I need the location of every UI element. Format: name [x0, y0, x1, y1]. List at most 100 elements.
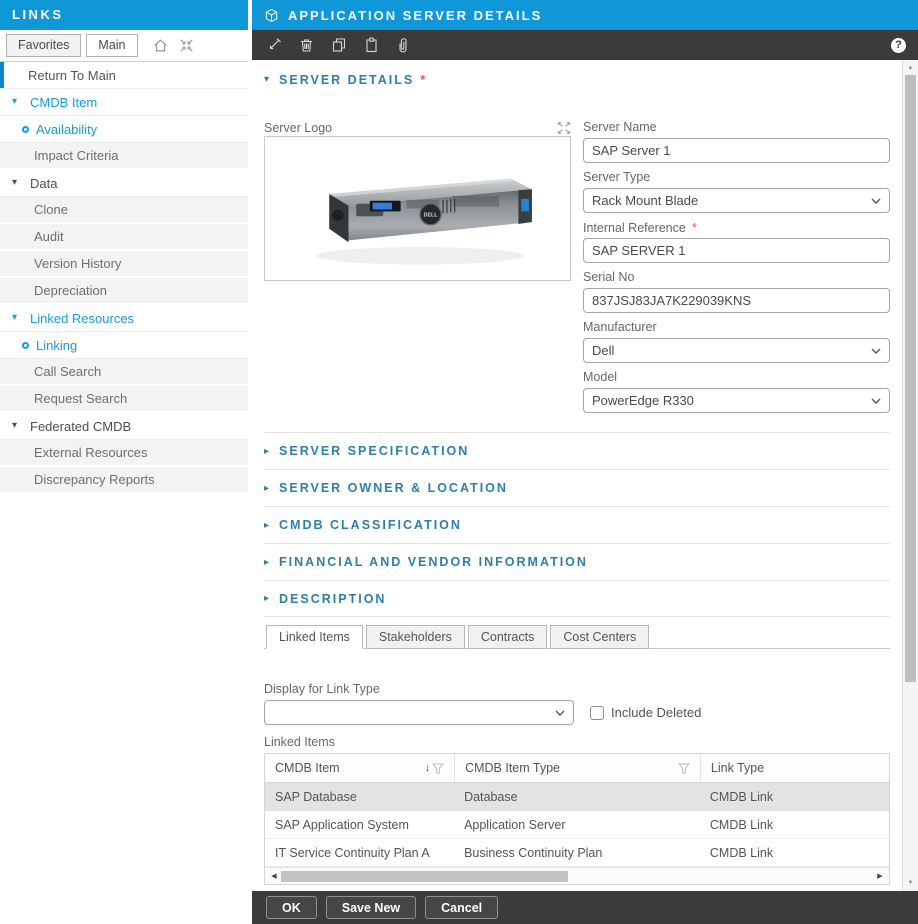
vertical-scroll-thumb[interactable]	[905, 75, 916, 682]
server-name-label: Server Name	[583, 120, 890, 135]
sidebar-item-return-to-main[interactable]: Return To Main	[0, 62, 248, 89]
filter-icon[interactable]	[678, 763, 690, 774]
page-header: APPLICATION SERVER DETAILS	[252, 0, 918, 30]
pin-icon[interactable]	[266, 37, 282, 53]
section-cmdb-classification[interactable]: ▸CMDB CLASSIFICATION	[264, 506, 890, 543]
tab-contracts[interactable]: Contracts	[468, 625, 548, 649]
column-link-type[interactable]: Link Type	[700, 754, 889, 782]
sidebar-item-depreciation[interactable]: Depreciation	[0, 278, 248, 305]
chevron-down-icon: ▾	[12, 178, 26, 188]
tab-stakeholders[interactable]: Stakeholders	[366, 625, 465, 649]
model-label: Model	[583, 370, 890, 385]
required-asterisk: *	[692, 220, 697, 235]
ok-button[interactable]: OK	[266, 896, 317, 919]
column-cmdb-item[interactable]: CMDB Item ↓	[265, 754, 454, 782]
link-type-select[interactable]	[264, 700, 574, 725]
chevron-down-icon	[871, 198, 881, 204]
sidebar-item-discrepancy-reports[interactable]: Discrepancy Reports	[0, 467, 248, 494]
manufacturer-label: Manufacturer	[583, 320, 890, 335]
section-server-owner-location[interactable]: ▸SERVER OWNER & LOCATION	[264, 469, 890, 506]
include-deleted-label: Include Deleted	[611, 705, 701, 720]
section-server-details[interactable]: ▾ SERVER DETAILS *	[264, 72, 890, 87]
column-cmdb-item-type[interactable]: CMDB Item Type	[454, 754, 700, 782]
chevron-down-icon	[871, 348, 881, 354]
server-details-form: Server Logo	[264, 120, 890, 420]
cancel-button[interactable]: Cancel	[425, 896, 498, 919]
include-deleted-checkbox[interactable]	[590, 706, 604, 720]
server-name-input[interactable]	[583, 138, 890, 163]
table-header-row: CMDB Item ↓ CMDB Item Type Link Type	[265, 754, 889, 783]
tab-main[interactable]: Main	[86, 34, 137, 57]
sidebar-item-linking[interactable]: Linking	[0, 332, 248, 359]
sidebar-item-availability[interactable]: Availability	[0, 116, 248, 143]
section-financial-vendor-information[interactable]: ▸FINANCIAL AND VENDOR INFORMATION	[264, 543, 890, 580]
vertical-scrollbar[interactable]: ▲ ▼	[902, 60, 918, 891]
linked-items-label: Linked Items	[264, 735, 890, 750]
caret-right-icon: ▸	[264, 593, 271, 604]
sidebar-item-cmdb-item[interactable]: ▾CMDB Item	[0, 89, 248, 116]
caret-down-icon: ▾	[264, 74, 271, 85]
chevron-down-icon	[555, 710, 565, 716]
caret-right-icon: ▸	[264, 557, 271, 568]
sidebar-item-version-history[interactable]: Version History	[0, 251, 248, 278]
chevron-down-icon	[871, 398, 881, 404]
horizontal-scrollbar[interactable]: ◀ ▶	[265, 867, 889, 884]
sidebar-item-federated-cmdb[interactable]: ▾Federated CMDB	[0, 413, 248, 440]
scroll-up-icon[interactable]: ▲	[903, 61, 918, 75]
save-new-button[interactable]: Save New	[326, 896, 416, 919]
server-logo-label: Server Logo	[264, 121, 332, 135]
sidebar-item-data[interactable]: ▾Data	[0, 170, 248, 197]
sidebar-item-clone[interactable]: Clone	[0, 197, 248, 224]
manufacturer-select[interactable]: Dell	[583, 338, 890, 363]
toolbar: ?	[252, 30, 918, 60]
section-description[interactable]: ▸DESCRIPTION	[264, 580, 890, 617]
collapsed-sections: ▸SERVER SPECIFICATION ▸SERVER OWNER & LO…	[264, 432, 890, 617]
table-row[interactable]: SAP Database Database CMDB Link	[265, 783, 889, 811]
scroll-right-icon[interactable]: ▶	[873, 868, 887, 884]
home-icon[interactable]	[152, 37, 169, 54]
detail-tabbar: Linked Items Stakeholders Contracts Cost…	[264, 625, 890, 649]
model-select[interactable]: PowerEdge R330	[583, 388, 890, 413]
help-icon[interactable]: ?	[891, 38, 906, 53]
linked-items-table: CMDB Item ↓ CMDB Item Type Link Type	[264, 753, 890, 885]
ring-bullet-icon	[22, 342, 29, 349]
svg-text:DELL: DELL	[423, 212, 438, 218]
filter-icon[interactable]	[432, 763, 444, 774]
chevron-down-icon: ▾	[12, 421, 26, 431]
table-row[interactable]: SAP Application System Application Serve…	[265, 811, 889, 839]
scroll-down-icon[interactable]: ▼	[903, 876, 918, 890]
sidebar-item-impact-criteria[interactable]: Impact Criteria	[0, 143, 248, 170]
chevron-down-icon: ▾	[12, 97, 26, 107]
tab-favorites[interactable]: Favorites	[6, 34, 81, 57]
sidebar-tabbar: Favorites Main	[0, 30, 248, 62]
delete-icon[interactable]	[299, 37, 314, 53]
caret-right-icon: ▸	[264, 446, 271, 457]
links-sidebar: LINKS Favorites Main Return To Main ▾CMD…	[0, 0, 248, 924]
sidebar-item-call-search[interactable]: Call Search	[0, 359, 248, 386]
sidebar-item-external-resources[interactable]: External Resources	[0, 440, 248, 467]
app-root: LINKS Favorites Main Return To Main ▾CMD…	[0, 0, 918, 924]
internal-reference-input[interactable]	[583, 238, 890, 263]
copy-icon[interactable]	[331, 37, 347, 53]
sort-descending-icon[interactable]: ↓	[425, 762, 431, 774]
sidebar-item-linked-resources[interactable]: ▾Linked Resources	[0, 305, 248, 332]
serial-no-input[interactable]	[583, 288, 890, 313]
internal-reference-label: Internal Reference*	[583, 220, 890, 235]
horizontal-scroll-thumb[interactable]	[281, 871, 568, 882]
cube-icon	[264, 8, 279, 23]
server-type-label: Server Type	[583, 170, 890, 185]
tab-linked-items[interactable]: Linked Items	[266, 625, 363, 649]
tab-cost-centers[interactable]: Cost Centers	[550, 625, 649, 649]
table-row[interactable]: IT Service Continuity Plan A Business Co…	[265, 839, 889, 867]
sidebar-item-audit[interactable]: Audit	[0, 224, 248, 251]
collapse-all-icon[interactable]	[178, 37, 195, 54]
attachment-icon[interactable]	[396, 37, 410, 54]
sidebar-item-request-search[interactable]: Request Search	[0, 386, 248, 413]
paste-icon[interactable]	[364, 37, 379, 53]
scroll-left-icon[interactable]: ◀	[267, 868, 281, 884]
ring-bullet-icon	[22, 126, 29, 133]
action-bar: OK Save New Cancel	[252, 891, 918, 924]
section-server-specification[interactable]: ▸SERVER SPECIFICATION	[264, 432, 890, 469]
server-type-select[interactable]: Rack Mount Blade	[583, 188, 890, 213]
expand-icon[interactable]	[557, 121, 571, 135]
